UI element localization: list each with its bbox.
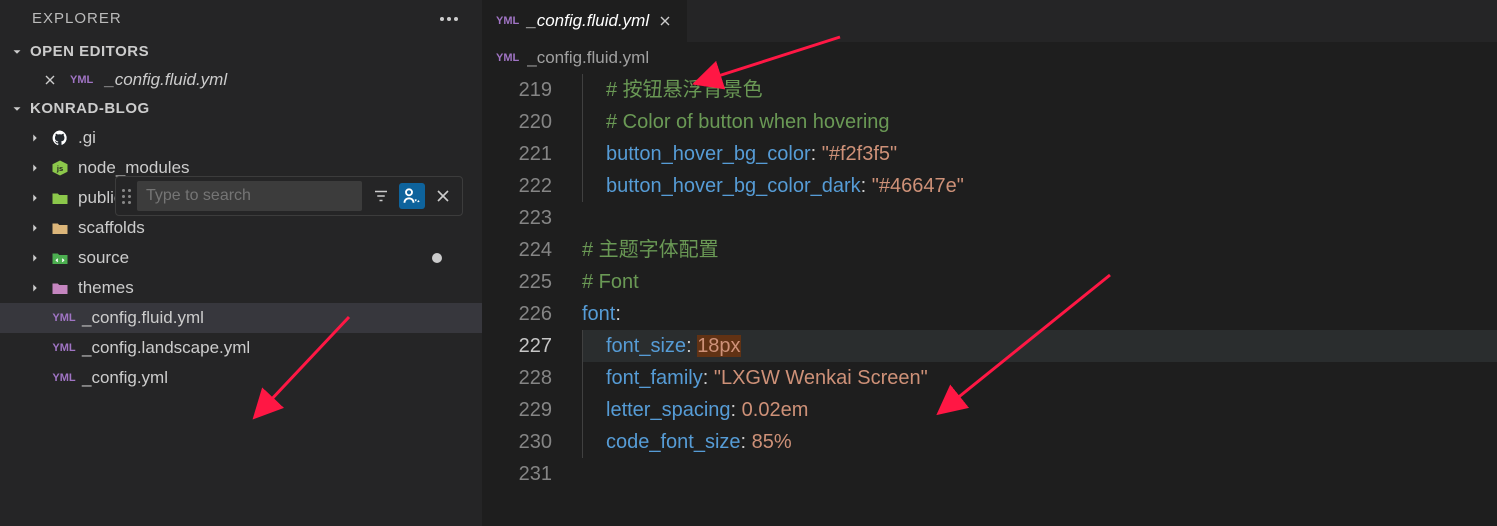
git-icon [50, 128, 70, 148]
close-icon[interactable] [657, 13, 673, 29]
editor-pane: YML _config.fluid.yml YML _config.fluid.… [482, 0, 1497, 526]
theme-icon [50, 278, 70, 298]
line-number: 229 [482, 394, 552, 426]
line-gutter: 219220221222223224225226227228229230231 [482, 74, 582, 526]
workspace-section[interactable]: KONRAD-BLOG [0, 94, 482, 123]
chevron-right-icon [28, 221, 42, 235]
line-number: 225 [482, 266, 552, 298]
open-editors-label: OPEN EDITORS [30, 43, 149, 60]
line-number: 230 [482, 426, 552, 458]
line-number: 221 [482, 138, 552, 170]
yaml-file-icon: YML [496, 52, 519, 64]
open-editor-item[interactable]: YML _config.fluid.yml [0, 66, 482, 94]
yaml-file-icon: YML [496, 15, 519, 27]
yaml-icon: YML [54, 368, 74, 388]
tree-item-label: _config.yml [82, 368, 168, 388]
tree-item-label: source [78, 248, 129, 268]
close-icon[interactable] [42, 72, 58, 88]
chevron-right-icon [28, 251, 42, 265]
fuzzy-match-icon[interactable] [399, 183, 424, 209]
src-icon [50, 248, 70, 268]
line-number: 231 [482, 458, 552, 490]
code-line[interactable]: font_family: "LXGW Wenkai Screen" [582, 362, 1497, 394]
open-editors-section[interactable]: OPEN EDITORS [0, 37, 482, 66]
line-number: 223 [482, 202, 552, 234]
tree-item-label: _config.fluid.yml [82, 308, 204, 328]
tree-item-label: scaffolds [78, 218, 145, 238]
node-icon: js [50, 158, 70, 178]
code-line[interactable]: button_hover_bg_color: "#f2f3f5" [582, 138, 1497, 170]
tab-label: _config.fluid.yml [527, 11, 649, 31]
line-number: 228 [482, 362, 552, 394]
tree-item--config-fluid-yml[interactable]: YML _config.fluid.yml [0, 303, 482, 333]
chevron-down-icon [10, 45, 24, 59]
tab-bar: YML _config.fluid.yml [482, 0, 1497, 42]
code-line[interactable]: font: [582, 298, 1497, 330]
tree-item-label: .gi [78, 128, 96, 148]
code-line[interactable]: # 按钮悬浮背景色 [582, 74, 1497, 106]
code-line[interactable]: font_size: 18px [582, 330, 1497, 362]
line-number: 222 [482, 170, 552, 202]
chevron-right-icon [28, 281, 42, 295]
explorer-sidebar: EXPLORER OPEN EDITORS YML _config.fluid.… [0, 0, 482, 526]
tree-item-scaffolds[interactable]: scaffolds [0, 213, 482, 243]
explorer-title: EXPLORER [32, 10, 122, 27]
yaml-file-icon: YML [70, 74, 93, 86]
drag-handle-icon[interactable] [122, 189, 131, 204]
breadcrumb[interactable]: YML _config.fluid.yml [482, 42, 1497, 74]
explorer-more-button[interactable] [434, 11, 464, 27]
svg-text:js: js [56, 164, 63, 173]
chevron-down-icon [10, 102, 24, 116]
tree-item--config-yml[interactable]: YML _config.yml [0, 363, 482, 393]
open-editor-filename: _config.fluid.yml [105, 70, 227, 90]
code-line[interactable]: code_font_size: 85% [582, 426, 1497, 458]
code-line[interactable]: # Font [582, 266, 1497, 298]
yaml-icon: YML [54, 338, 74, 358]
tree-item-source[interactable]: source [0, 243, 482, 273]
folder-icon [50, 218, 70, 238]
chevron-right-icon [28, 191, 42, 205]
line-number: 219 [482, 74, 552, 106]
pub-icon [50, 188, 70, 208]
chevron-right-icon [28, 131, 42, 145]
dirty-indicator [432, 253, 442, 263]
line-number: 227 [482, 330, 552, 362]
chevron-right-icon [28, 161, 42, 175]
line-number: 226 [482, 298, 552, 330]
tree-item-label: themes [78, 278, 134, 298]
tree-item--gi[interactable]: .gi [0, 123, 482, 153]
code-line[interactable]: letter_spacing: 0.02em [582, 394, 1497, 426]
code-editor[interactable]: 219220221222223224225226227228229230231 … [482, 74, 1497, 526]
code-line[interactable]: # Color of button when hovering [582, 106, 1497, 138]
code-line[interactable] [582, 458, 1497, 490]
filter-icon[interactable] [368, 183, 393, 209]
search-input[interactable] [137, 181, 362, 211]
line-number: 224 [482, 234, 552, 266]
tab-config-fluid[interactable]: YML _config.fluid.yml [482, 0, 687, 42]
code-line[interactable]: # 主题字体配置 [582, 234, 1497, 266]
tree-item-themes[interactable]: themes [0, 273, 482, 303]
tree-item-label: _config.landscape.yml [82, 338, 250, 358]
code-line[interactable] [582, 202, 1497, 234]
code-content[interactable]: # 按钮悬浮背景色# Color of button when hovering… [582, 74, 1497, 526]
tree-search-overlay [115, 176, 463, 216]
breadcrumb-file: _config.fluid.yml [527, 48, 649, 68]
tree-item-label: node_modules [78, 158, 190, 178]
yaml-icon: YML [54, 308, 74, 328]
line-number: 220 [482, 106, 552, 138]
code-line[interactable]: button_hover_bg_color_dark: "#46647e" [582, 170, 1497, 202]
tree-item--config-landscape-yml[interactable]: YML _config.landscape.yml [0, 333, 482, 363]
close-icon[interactable] [431, 183, 456, 209]
workspace-label: KONRAD-BLOG [30, 100, 150, 117]
